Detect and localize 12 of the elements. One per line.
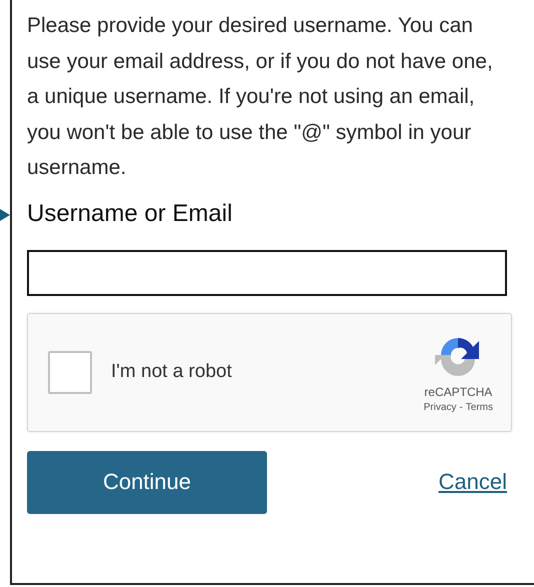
- link-separator: -: [459, 402, 463, 413]
- cancel-link[interactable]: Cancel: [438, 469, 507, 495]
- captcha-brand: reCAPTCHA: [424, 385, 492, 399]
- captcha-checkbox[interactable]: [48, 350, 92, 394]
- field-label: Username or Email: [27, 200, 234, 228]
- terms-link[interactable]: Terms: [466, 402, 493, 413]
- instructions-text: Please provide your desired username. You can use your email address, or if you do not have one, a unique username. If you're not using an email, you won't be able to use the "@" symbol in your username.: [27, 13, 494, 181]
- continue-button[interactable]: Continue: [27, 450, 267, 514]
- captcha-label: I'm not a robot: [111, 361, 233, 383]
- pointer-icon: [0, 207, 10, 223]
- privacy-link[interactable]: Privacy: [424, 402, 456, 413]
- username-field[interactable]: [27, 250, 507, 296]
